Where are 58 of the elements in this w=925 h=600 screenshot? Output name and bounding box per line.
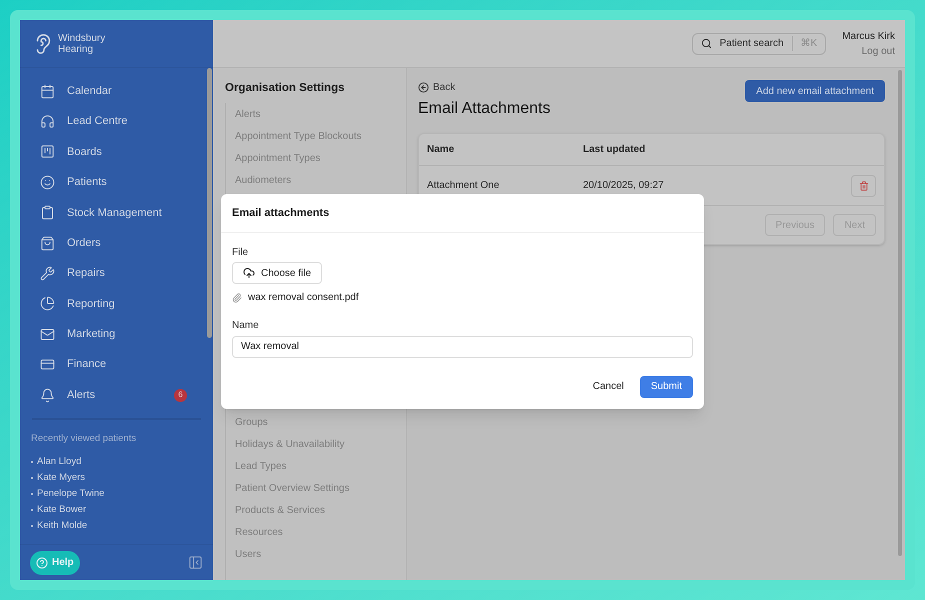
mail-icon: [40, 326, 55, 342]
section-heading: Recently viewed patients: [31, 432, 138, 446]
patient-link[interactable]: Kate Bower: [37, 502, 86, 518]
card-icon: [40, 357, 55, 372]
nav-item[interactable]: Finance: [36, 350, 191, 380]
collapse-sidebar-icon[interactable]: [188, 555, 203, 570]
patient-link[interactable]: Penelope Twine: [37, 486, 104, 502]
calendar-icon: [40, 84, 55, 99]
brand-name: Windsbury Hearing: [58, 32, 106, 54]
board-icon: [40, 144, 55, 160]
trash-icon: [858, 180, 868, 190]
patient-link[interactable]: Alan Lloyd: [37, 454, 82, 470]
nav-item[interactable]: Patients: [36, 167, 191, 198]
nav-item[interactable]: Lead Centre: [36, 106, 191, 137]
patient-link[interactable]: Kate Myers: [37, 470, 86, 486]
delete-button[interactable]: [851, 174, 876, 196]
patient-search-button[interactable]: Patient search ⌘K: [692, 32, 826, 54]
field-label: File: [232, 246, 250, 260]
submit-button[interactable]: Submit: [640, 376, 693, 398]
nav-item[interactable]: Calendar: [36, 76, 191, 106]
bag-icon: [40, 236, 55, 251]
column-header: Name: [427, 143, 456, 157]
table-cell-text: 20/10/2025, 09:27: [583, 179, 665, 193]
back-link[interactable]: Back: [418, 80, 456, 95]
wrench-icon: [40, 266, 55, 282]
clipboard-icon: [40, 205, 55, 220]
logout-link[interactable]: Log out: [862, 44, 895, 58]
smiley-icon: [40, 174, 55, 190]
field-label: Name: [232, 319, 260, 333]
file-name: wax removal consent.pdf: [248, 291, 359, 305]
choose-file-button[interactable]: Choose file: [232, 262, 322, 284]
cancel-button[interactable]: Cancel: [592, 379, 624, 394]
panel-title: Organisation Settings: [225, 81, 346, 96]
search-icon: [700, 38, 712, 49]
dialog-title: Email attachments: [221, 194, 704, 233]
nav-item[interactable]: Boards: [36, 136, 191, 168]
user-name: Marcus Kirk: [842, 30, 895, 44]
nav-item[interactable]: Orders: [36, 228, 191, 258]
nav-item[interactable]: Reporting: [36, 288, 191, 320]
headphones-icon: [40, 114, 55, 130]
keyboard-shortcut: ⌘K: [792, 36, 818, 51]
nav-item[interactable]: Marketing: [36, 319, 191, 350]
search-label: Patient search: [720, 37, 784, 51]
paperclip-icon: [232, 292, 242, 302]
table-cell-text: Attachment One: [427, 179, 500, 193]
help-icon: [36, 556, 48, 569]
upload-cloud-icon: [243, 267, 255, 279]
column-header: Last updated: [583, 143, 646, 157]
name-input[interactable]: Wax removal: [232, 336, 693, 358]
nav-item[interactable]: Alerts 6: [36, 380, 191, 410]
pie-chart-icon: [40, 296, 55, 312]
add-attachment-button[interactable]: Add new email attachment: [745, 80, 885, 102]
nav-item[interactable]: Stock Management: [36, 198, 191, 228]
bell-icon: [40, 388, 55, 403]
page-title: Email Attachments: [418, 99, 550, 119]
patient-link[interactable]: Keith Molde: [37, 518, 88, 534]
count-badge: 6: [174, 388, 187, 402]
nav-item[interactable]: Repairs: [36, 258, 191, 289]
